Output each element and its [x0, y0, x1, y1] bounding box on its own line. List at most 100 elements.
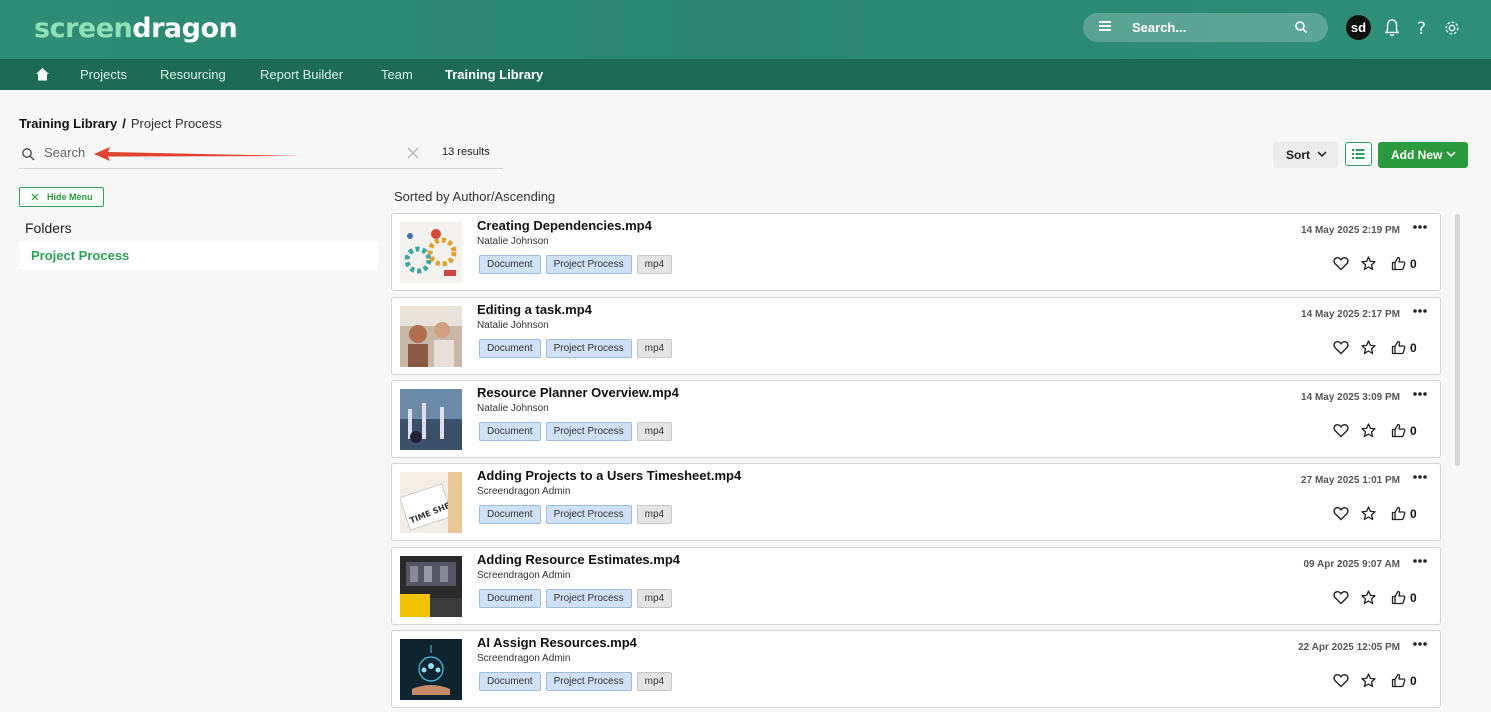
item-author: Natalie Johnson — [477, 403, 549, 414]
help-icon[interactable]: ? — [1413, 18, 1431, 38]
more-options-icon[interactable] — [1413, 558, 1427, 564]
breadcrumb-root[interactable]: Training Library — [19, 116, 117, 131]
app-logo[interactable]: screendragon — [34, 13, 238, 44]
global-search-input[interactable]: Search... — [1132, 20, 1186, 35]
nav-report-builder[interactable]: Report Builder — [260, 67, 343, 82]
thumbnail[interactable] — [400, 222, 462, 283]
more-options-icon[interactable] — [1413, 224, 1427, 230]
item-title[interactable]: AI Assign Resources.mp4 — [477, 635, 637, 650]
tag-document[interactable]: Document — [479, 589, 541, 608]
chevron-down-icon — [1317, 151, 1327, 158]
tag-list: Document Project Process mp4 — [479, 504, 677, 524]
star-icon[interactable] — [1361, 673, 1376, 688]
sort-button[interactable]: Sort — [1273, 142, 1338, 168]
item-author: Natalie Johnson — [477, 236, 549, 247]
tag-project-process[interactable]: Project Process — [545, 589, 632, 608]
tag-format[interactable]: mp4 — [636, 255, 673, 274]
tag-format[interactable]: mp4 — [636, 422, 673, 441]
tag-document[interactable]: Document — [479, 422, 541, 441]
more-options-icon[interactable] — [1413, 308, 1427, 314]
heart-icon[interactable] — [1333, 506, 1349, 521]
like-count: 0 — [1410, 424, 1417, 438]
tag-project-process[interactable]: Project Process — [545, 339, 632, 358]
tag-format[interactable]: mp4 — [636, 505, 673, 524]
tag-document[interactable]: Document — [479, 672, 541, 691]
tag-document[interactable]: Document — [479, 339, 541, 358]
bell-icon[interactable] — [1383, 18, 1401, 38]
user-avatar[interactable]: sd — [1346, 15, 1371, 40]
list-item[interactable]: TIME SHEET Adding Projects to a Users Ti… — [391, 463, 1441, 541]
tag-project-process[interactable]: Project Process — [545, 672, 632, 691]
thumbs-up-icon[interactable] — [1391, 256, 1406, 271]
hide-menu-button[interactable]: Hide Menu — [19, 187, 104, 207]
heart-icon[interactable] — [1333, 340, 1349, 355]
star-icon[interactable] — [1361, 340, 1376, 355]
star-icon[interactable] — [1361, 423, 1376, 438]
tag-project-process[interactable]: Project Process — [545, 505, 632, 524]
thumbnail[interactable] — [400, 389, 462, 450]
tag-format[interactable]: mp4 — [636, 589, 673, 608]
like-count: 0 — [1410, 674, 1417, 688]
clear-icon[interactable] — [407, 147, 419, 159]
tag-document[interactable]: Document — [479, 255, 541, 274]
item-title[interactable]: Adding Resource Estimates.mp4 — [477, 552, 680, 567]
heart-icon[interactable] — [1333, 256, 1349, 271]
thumbnail[interactable]: TIME SHEET — [400, 472, 462, 533]
thumbs-up-icon[interactable] — [1391, 673, 1406, 688]
item-author: Screendragon Admin — [477, 486, 571, 497]
nav-team[interactable]: Team — [381, 67, 413, 82]
list-view-button[interactable] — [1345, 142, 1372, 166]
results-count: 13 results — [442, 146, 490, 158]
search-icon — [22, 148, 35, 161]
tag-project-process[interactable]: Project Process — [545, 255, 632, 274]
svg-text:?: ? — [1417, 19, 1426, 38]
tag-list: Document Project Process mp4 — [479, 671, 677, 691]
star-icon[interactable] — [1361, 506, 1376, 521]
list-item[interactable]: Editing a task.mp4 Natalie Johnson Docum… — [391, 297, 1441, 375]
list-item[interactable]: Creating Dependencies.mp4 Natalie Johnso… — [391, 213, 1441, 291]
folder-item-project-process[interactable]: Project Process — [19, 242, 378, 269]
like-count: 0 — [1410, 507, 1417, 521]
star-icon[interactable] — [1361, 256, 1376, 271]
item-title[interactable]: Adding Projects to a Users Timesheet.mp4 — [477, 468, 741, 483]
heart-icon[interactable] — [1333, 423, 1349, 438]
tag-project-process[interactable]: Project Process — [545, 422, 632, 441]
thumbnail[interactable] — [400, 556, 462, 617]
list-item[interactable]: Adding Resource Estimates.mp4 Screendrag… — [391, 547, 1441, 625]
heart-icon[interactable] — [1333, 673, 1349, 688]
thumbs-up-icon[interactable] — [1391, 423, 1406, 438]
menu-icon[interactable] — [1099, 21, 1111, 31]
search-icon[interactable] — [1294, 20, 1308, 34]
breadcrumb: Training Library / Project Process — [19, 116, 222, 131]
scrollbar[interactable] — [1455, 214, 1460, 466]
item-date: 14 May 2025 2:19 PM — [1301, 225, 1400, 236]
thumbnail[interactable] — [400, 306, 462, 367]
list-item[interactable]: AI Assign Resources.mp4 Screendragon Adm… — [391, 630, 1441, 708]
thumbs-up-icon[interactable] — [1391, 506, 1406, 521]
tag-format[interactable]: mp4 — [636, 339, 673, 358]
item-date: 14 May 2025 2:17 PM — [1301, 309, 1400, 320]
tag-format[interactable]: mp4 — [636, 672, 673, 691]
heart-icon[interactable] — [1333, 590, 1349, 605]
more-options-icon[interactable] — [1413, 641, 1427, 647]
item-date: 22 Apr 2025 12:05 PM — [1298, 642, 1400, 653]
tag-document[interactable]: Document — [479, 505, 541, 524]
home-icon[interactable] — [35, 67, 50, 82]
more-options-icon[interactable] — [1413, 474, 1427, 480]
item-title[interactable]: Resource Planner Overview.mp4 — [477, 385, 679, 400]
thumbnail[interactable] — [400, 639, 462, 700]
global-search[interactable]: Search... — [1083, 13, 1328, 42]
gear-icon[interactable] — [1443, 18, 1461, 38]
item-title[interactable]: Editing a task.mp4 — [477, 302, 592, 317]
thumbs-up-icon[interactable] — [1391, 590, 1406, 605]
thumbs-up-icon[interactable] — [1391, 340, 1406, 355]
add-new-button[interactable]: Add New — [1378, 142, 1468, 168]
star-icon[interactable] — [1361, 590, 1376, 605]
like-count: 0 — [1410, 341, 1417, 355]
nav-projects[interactable]: Projects — [80, 67, 127, 82]
item-title[interactable]: Creating Dependencies.mp4 — [477, 218, 652, 233]
list-item[interactable]: Resource Planner Overview.mp4 Natalie Jo… — [391, 380, 1441, 458]
nav-training-library[interactable]: Training Library — [445, 67, 543, 82]
nav-resourcing[interactable]: Resourcing — [160, 67, 226, 82]
more-options-icon[interactable] — [1413, 391, 1427, 397]
